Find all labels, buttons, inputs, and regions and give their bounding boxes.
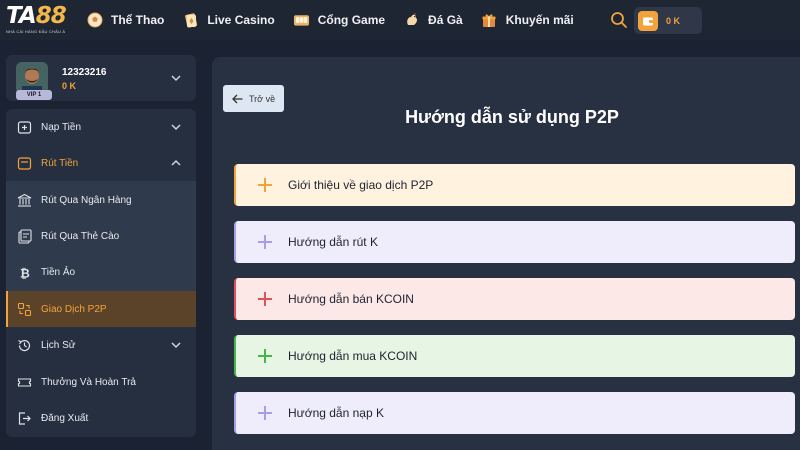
deposit-icon (16, 119, 32, 135)
svg-text:₿: ₿ (20, 266, 30, 280)
plus-icon (258, 406, 272, 420)
sidebar-item-rewards[interactable]: Thưởng Và Hoàn Trả (6, 364, 196, 400)
wallet-icon (638, 10, 658, 31)
accordion-label: Hướng dẫn rút K (288, 235, 378, 249)
plus-icon (258, 178, 272, 192)
sidebar-item-label: Nạp Tiền (41, 121, 82, 133)
history-icon (16, 337, 32, 353)
accordion-label: Giới thiệu về giao dịch P2P (288, 178, 434, 192)
gift-icon (481, 12, 498, 29)
user-id: 12323216 (62, 67, 107, 78)
sidebar-item-label: Rút Qua Thẻ Cào (41, 230, 120, 242)
arrow-left-icon (232, 94, 243, 103)
chevron-down-icon (171, 342, 181, 349)
sidebar-subitem-withdraw-card[interactable]: Rút Qua Thẻ Cào (6, 218, 196, 254)
sidebar-menu: Nạp Tiền Rút Tiền Rút Qua Ngân Hàng Rút … (6, 109, 196, 437)
nav-label: Thể Thao (111, 13, 165, 27)
sidebar-item-logout[interactable]: Đăng Xuất (6, 400, 196, 436)
user-balance: 0 K (62, 81, 77, 91)
soccer-ball-icon (86, 12, 103, 29)
top-header: TA88 NHÀ CÁI HÀNG ĐẦU CHÂU Á Thể Thao Li… (0, 0, 800, 40)
sidebar-item-label: Rút Tiền (41, 157, 79, 169)
sidebar-item-label: Thưởng Và Hoàn Trả (41, 376, 136, 388)
scratch-card-icon (16, 228, 32, 244)
ticket-icon (16, 374, 32, 390)
chevron-up-icon (171, 159, 181, 166)
accordion-withdraw-k[interactable]: Hướng dẫn rút K (234, 221, 795, 263)
back-label: Trở về (249, 93, 276, 104)
plus-icon (258, 349, 272, 363)
game-icon (293, 12, 310, 29)
sidebar-item-deposit[interactable]: Nạp Tiền (6, 109, 196, 145)
cards-icon (182, 12, 199, 29)
sidebar-item-label: Giao Dịch P2P (41, 303, 107, 315)
sidebar-item-label: Lịch Sử (41, 339, 76, 351)
accordion-deposit-k[interactable]: Hướng dẫn nạp K (234, 392, 795, 434)
chevron-down-icon (171, 124, 181, 131)
nav-label: Live Casino (207, 13, 275, 27)
withdraw-icon (16, 155, 32, 171)
page-title: Hướng dẫn sử dụng P2P (405, 107, 619, 127)
logout-icon (16, 410, 32, 426)
nav-label: Cổng Game (317, 13, 386, 27)
sidebar-item-history[interactable]: Lịch Sử (6, 327, 196, 363)
sidebar-subitem-p2p[interactable]: Giao Dịch P2P (6, 291, 196, 327)
brand-logo[interactable]: TA88 NHÀ CÁI HÀNG ĐẦU CHÂU Á (6, 4, 82, 36)
nav-item-cockfight[interactable]: Đá Gà (403, 12, 463, 29)
vip-badge: VIP 1 (16, 90, 52, 100)
nav-label: Đá Gà (428, 13, 463, 27)
sidebar-item-withdraw[interactable]: Rút Tiền (6, 145, 196, 181)
nav-item-live-casino[interactable]: Live Casino (182, 12, 275, 29)
bitcoin-icon: ₿ (16, 264, 32, 280)
sidebar-item-label: Tiền Ảo (41, 266, 76, 278)
wallet-balance[interactable]: 0 K (634, 7, 702, 34)
bank-icon (16, 192, 32, 208)
nav-label: Khuyến mãi (505, 13, 574, 27)
accordion-p2p-intro[interactable]: Giới thiệu về giao dịch P2P (234, 164, 795, 206)
accordion-sell-kcoin[interactable]: Hướng dẫn bán KCOIN (234, 278, 795, 320)
sidebar-subitem-withdraw-bank[interactable]: Rút Qua Ngân Hàng (6, 182, 196, 218)
nav-item-game-portal[interactable]: Cổng Game (293, 12, 385, 29)
nav-item-sports[interactable]: Thể Thao (86, 12, 164, 29)
chevron-down-icon[interactable] (170, 72, 182, 84)
sidebar-subitem-crypto[interactable]: ₿ Tiền Ảo (6, 254, 196, 290)
accordion-label: Hướng dẫn nạp K (288, 406, 384, 420)
accordion-buy-kcoin[interactable]: Hướng dẫn mua KCOIN (234, 335, 795, 377)
p2p-exchange-icon (16, 301, 32, 317)
rooster-icon (403, 12, 420, 29)
search-icon[interactable] (610, 11, 628, 29)
nav-item-promotions[interactable]: Khuyến mãi (481, 12, 574, 29)
plus-icon (258, 235, 272, 249)
plus-icon (258, 292, 272, 306)
logo-text: TA88 (6, 3, 67, 29)
accordion-label: Hướng dẫn bán KCOIN (288, 292, 414, 306)
sidebar-item-label: Đăng Xuất (41, 412, 89, 424)
sidebar-item-label: Rút Qua Ngân Hàng (41, 194, 132, 206)
wallet-amount: 0 K (666, 15, 681, 26)
main-content: Trở về Hướng dẫn sử dụng P2P Giới thiệu … (212, 57, 800, 450)
main-nav: Thể Thao Live Casino Cổng Game Đá Gà Khu… (86, 0, 592, 40)
user-profile-card[interactable]: VIP 1 12323216 0 K (6, 55, 196, 101)
accordion-label: Hướng dẫn mua KCOIN (288, 349, 418, 363)
logo-tagline: NHÀ CÁI HÀNG ĐẦU CHÂU Á (6, 29, 66, 34)
